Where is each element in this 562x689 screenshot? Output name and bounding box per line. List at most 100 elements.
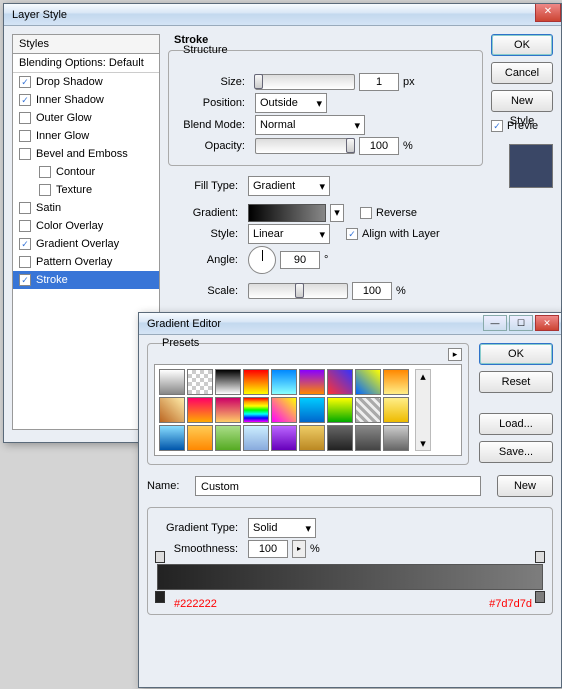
preset-swatch[interactable] <box>355 425 381 451</box>
opacity-stop-left[interactable] <box>155 551 165 563</box>
preset-swatch[interactable] <box>327 425 353 451</box>
color-stop-left[interactable] <box>155 591 165 603</box>
scroll-down-icon[interactable]: ▾ <box>420 437 426 450</box>
angle-input[interactable]: 90 <box>280 251 320 269</box>
preset-swatch[interactable] <box>215 369 241 395</box>
reverse-checkbox[interactable] <box>360 207 372 219</box>
blend-combo[interactable]: Normal▾ <box>255 115 365 135</box>
gradient-strip[interactable] <box>157 564 543 590</box>
style-item-contour[interactable]: Contour <box>13 163 159 181</box>
preset-swatch[interactable] <box>299 425 325 451</box>
style-checkbox[interactable] <box>39 184 51 196</box>
preset-swatch[interactable] <box>243 425 269 451</box>
gradient-preview[interactable] <box>248 204 326 222</box>
presets-menu-icon[interactable]: ▸ <box>448 348 462 361</box>
style-checkbox[interactable] <box>19 274 31 286</box>
preset-swatch[interactable] <box>299 369 325 395</box>
preset-swatch[interactable] <box>327 369 353 395</box>
load-button[interactable]: Load... <box>479 413 553 435</box>
preset-swatch[interactable] <box>383 369 409 395</box>
angle-dial[interactable] <box>248 246 276 274</box>
preset-swatch[interactable] <box>383 425 409 451</box>
color-stop-right[interactable] <box>535 591 545 603</box>
style-item-label: Inner Glow <box>36 130 89 142</box>
style-item-inner-glow[interactable]: Inner Glow <box>13 127 159 145</box>
style-checkbox[interactable] <box>19 202 31 214</box>
style-checkbox[interactable] <box>19 94 31 106</box>
style-checkbox[interactable] <box>19 76 31 88</box>
opacity-slider[interactable] <box>255 138 355 154</box>
smooth-stepper[interactable]: ▸ <box>292 540 306 558</box>
new-button[interactable]: New <box>497 475 553 497</box>
scale-input[interactable]: 100 <box>352 282 392 300</box>
style-checkbox[interactable] <box>19 220 31 232</box>
save-button[interactable]: Save... <box>479 441 553 463</box>
ok-button[interactable]: OK <box>479 343 553 365</box>
style-checkbox[interactable] <box>19 256 31 268</box>
preset-swatch[interactable] <box>187 425 213 451</box>
align-checkbox[interactable] <box>346 228 358 240</box>
style-checkbox[interactable] <box>19 148 31 160</box>
minimize-icon[interactable]: — <box>483 315 507 331</box>
preset-swatch[interactable] <box>243 369 269 395</box>
style-item-inner-shadow[interactable]: Inner Shadow <box>13 91 159 109</box>
style-combo[interactable]: Linear▾ <box>248 224 330 244</box>
cancel-button[interactable]: Cancel <box>491 62 553 84</box>
preview-checkbox[interactable] <box>491 120 503 132</box>
chevron-down-icon: ▾ <box>354 119 360 132</box>
preset-swatch[interactable] <box>355 369 381 395</box>
style-checkbox[interactable] <box>19 130 31 142</box>
gradient-picker-button[interactable]: ▾ <box>330 204 344 222</box>
scale-slider[interactable] <box>248 283 348 299</box>
preset-swatch[interactable] <box>327 397 353 423</box>
preset-swatch[interactable] <box>159 425 185 451</box>
style-item-bevel-and-emboss[interactable]: Bevel and Emboss <box>13 145 159 163</box>
scrollbar[interactable]: ▴▾ <box>415 369 431 451</box>
style-item-drop-shadow[interactable]: Drop Shadow <box>13 73 159 91</box>
preset-swatch[interactable] <box>215 425 241 451</box>
smooth-input[interactable]: 100 <box>248 540 288 558</box>
style-checkbox[interactable] <box>19 112 31 124</box>
preset-swatch[interactable] <box>187 369 213 395</box>
style-item-gradient-overlay[interactable]: Gradient Overlay <box>13 235 159 253</box>
preset-swatch[interactable] <box>383 397 409 423</box>
preset-swatch[interactable] <box>271 397 297 423</box>
filltype-combo[interactable]: Gradient▾ <box>248 176 330 196</box>
layer-style-titlebar[interactable]: Layer Style <box>4 4 561 26</box>
style-item-stroke[interactable]: Stroke <box>13 271 159 289</box>
preset-swatch[interactable] <box>187 397 213 423</box>
style-item-color-overlay[interactable]: Color Overlay <box>13 217 159 235</box>
chevron-down-icon: ▾ <box>305 522 311 535</box>
preset-swatch[interactable] <box>271 369 297 395</box>
size-input[interactable]: 1 <box>359 73 399 91</box>
close-icon[interactable]: ✕ <box>535 4 561 22</box>
maximize-icon[interactable]: ☐ <box>509 315 533 331</box>
ok-button[interactable]: OK <box>491 34 553 56</box>
style-item-texture[interactable]: Texture <box>13 181 159 199</box>
preset-swatch[interactable] <box>215 397 241 423</box>
preset-swatch[interactable] <box>159 369 185 395</box>
new-style-button[interactable]: New Style <box>491 90 553 112</box>
style-checkbox[interactable] <box>19 238 31 250</box>
preset-swatch[interactable] <box>355 397 381 423</box>
styles-header[interactable]: Styles <box>13 35 159 54</box>
preset-swatch[interactable] <box>271 425 297 451</box>
position-combo[interactable]: Outside▾ <box>255 93 327 113</box>
preset-swatch[interactable] <box>243 397 269 423</box>
preset-swatch[interactable] <box>159 397 185 423</box>
close-icon[interactable]: ✕ <box>535 315 559 331</box>
blending-options[interactable]: Blending Options: Default <box>13 54 159 73</box>
left-hex-label: #222222 <box>174 598 217 610</box>
gradtype-combo[interactable]: Solid▾ <box>248 518 316 538</box>
size-slider[interactable] <box>255 74 355 90</box>
name-input[interactable]: Custom <box>195 476 481 496</box>
opacity-input[interactable]: 100 <box>359 137 399 155</box>
style-item-satin[interactable]: Satin <box>13 199 159 217</box>
style-checkbox[interactable] <box>39 166 51 178</box>
style-item-pattern-overlay[interactable]: Pattern Overlay <box>13 253 159 271</box>
opacity-stop-right[interactable] <box>535 551 545 563</box>
reset-button[interactable]: Reset <box>479 371 553 393</box>
preset-swatch[interactable] <box>299 397 325 423</box>
style-item-outer-glow[interactable]: Outer Glow <box>13 109 159 127</box>
scroll-up-icon[interactable]: ▴ <box>420 370 426 383</box>
